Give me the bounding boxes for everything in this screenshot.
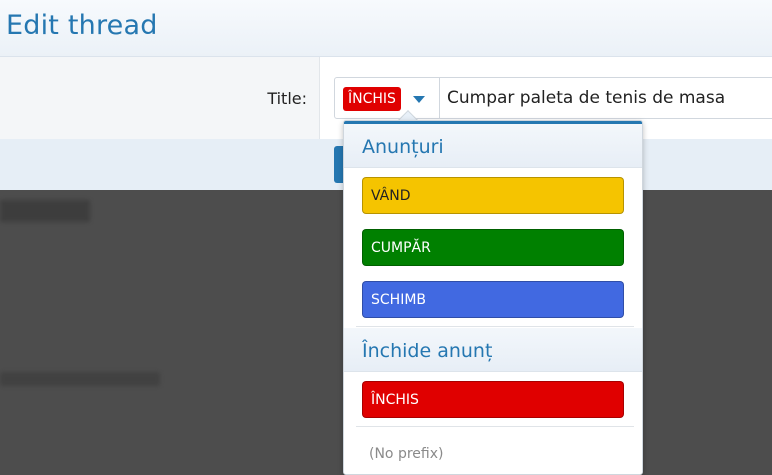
group-header-inchide-anunt: Închide anunț xyxy=(344,328,642,372)
prefix-option-cumpar[interactable]: CUMPĂR xyxy=(362,229,624,266)
dialog-header: Edit thread xyxy=(0,0,772,57)
group-title: Închide anunț xyxy=(362,340,493,362)
prefix-option-inchis[interactable]: ÎNCHIS xyxy=(362,381,624,418)
background-text-line xyxy=(0,372,160,386)
title-label: Title: xyxy=(267,89,307,108)
prefix-badge[interactable]: ÎNCHIS xyxy=(343,87,401,111)
menu-divider xyxy=(356,426,634,427)
menu-divider xyxy=(356,326,634,327)
group-title: Anunțuri xyxy=(362,136,444,158)
dialog-title: Edit thread xyxy=(6,10,158,41)
prefix-dropdown-menu: Anunțuri VÂND CUMPĂR SCHIMB Închide anun… xyxy=(343,120,643,475)
chevron-down-icon[interactable] xyxy=(413,96,425,103)
prefix-divider xyxy=(439,78,440,118)
group-header-anunturi: Anunțuri xyxy=(344,124,642,168)
no-prefix-option[interactable]: (No prefix) xyxy=(369,446,443,462)
prefix-option-vand[interactable]: VÂND xyxy=(362,177,624,214)
title-input-group: ÎNCHIS xyxy=(334,77,772,119)
background-heading xyxy=(0,200,90,222)
form-label-column: Title: xyxy=(0,57,320,139)
thread-title-input[interactable] xyxy=(447,78,772,118)
prefix-option-schimb[interactable]: SCHIMB xyxy=(362,281,624,318)
